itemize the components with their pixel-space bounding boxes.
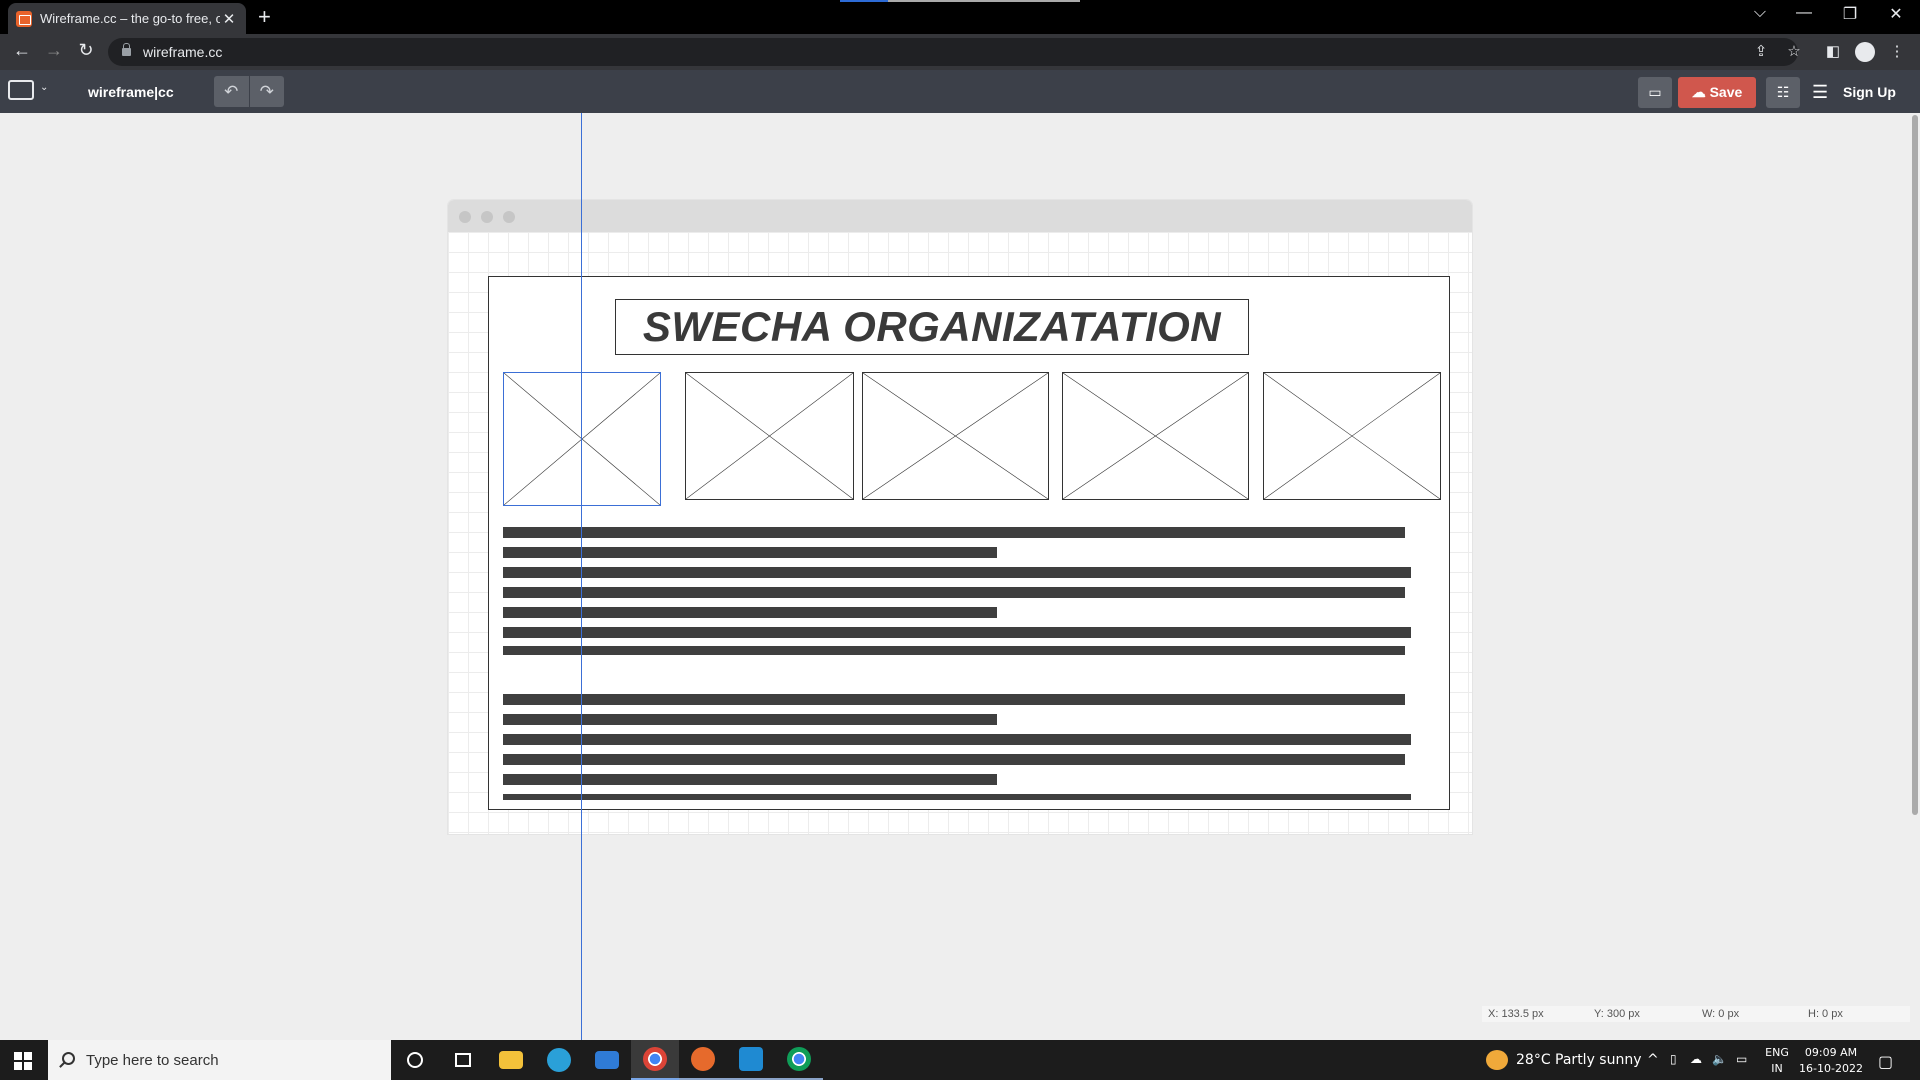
page-type-icon[interactable] [8, 80, 34, 100]
wireframe-favicon-icon [16, 10, 32, 27]
text-line[interactable] [503, 734, 1411, 745]
edge-icon[interactable] [535, 1040, 583, 1080]
tab-title: Wireframe.cc – the go-to free, on [40, 11, 220, 26]
minimize-button[interactable]: — [1784, 4, 1824, 22]
text-line[interactable] [503, 627, 1411, 638]
coord-w: W: 0 px [1702, 1008, 1740, 1020]
url-text: wireframe.cc [143, 44, 223, 60]
wireframe-page[interactable]: SWECHA ORGANIZATATION [488, 276, 1450, 810]
coordinates-readout: X: 133.5 px Y: 300 px W: 0 px H: 0 px [1482, 1006, 1910, 1022]
comment-button[interactable]: ▭ [1638, 77, 1672, 108]
vscode-icon[interactable] [727, 1040, 775, 1080]
chrome-icon[interactable] [775, 1040, 823, 1080]
text-line[interactable] [503, 754, 1405, 765]
redo-button[interactable]: ↷ [250, 76, 285, 107]
image-cross-icon [686, 373, 853, 499]
search-icon [62, 1052, 75, 1065]
image-placeholder[interactable] [862, 372, 1049, 500]
text-line[interactable] [503, 794, 1411, 800]
text-line[interactable] [503, 547, 997, 558]
close-window-button[interactable]: ✕ [1876, 4, 1916, 24]
reload-button[interactable]: ↻ [74, 40, 98, 61]
language-indicator[interactable]: ENG [1762, 1046, 1792, 1059]
undo-redo-group: ↶ ↷ [214, 76, 284, 107]
app-toolbar: ⌄ wireframe|cc ↶ ↷ ▭ ☁ Save ☷ ☰ Sign Up [0, 70, 1920, 113]
loading-indicator [840, 0, 1080, 2]
text-line[interactable] [503, 714, 997, 725]
text-line[interactable] [503, 567, 1411, 578]
chrome-icon[interactable] [631, 1040, 679, 1080]
frame-titlebar [448, 200, 1472, 232]
undo-button[interactable]: ↶ [214, 76, 250, 107]
browser-tab[interactable]: Wireframe.cc – the go-to free, on ✕ [8, 3, 246, 34]
share-icon[interactable]: ⇪ [1750, 42, 1772, 60]
task-view-icon[interactable] [439, 1040, 487, 1080]
clock-date[interactable]: 16-10-2022 [1798, 1062, 1864, 1075]
weather-icon[interactable] [1486, 1050, 1508, 1070]
profile-avatar[interactable] [1855, 42, 1875, 62]
frame-dot [481, 211, 493, 223]
windows-taskbar: Type here to search 28°C Partly sunny ^ … [0, 1040, 1920, 1080]
coord-h: H: 0 px [1808, 1008, 1843, 1020]
tray-chevron-icon[interactable]: ^ [1647, 1052, 1659, 1068]
forward-button[interactable]: → [42, 40, 66, 61]
clock-time[interactable]: 09:09 AM [1798, 1046, 1864, 1059]
frame-dot [503, 211, 515, 223]
lock-icon [122, 43, 131, 56]
text-line[interactable] [503, 607, 997, 618]
text-line[interactable] [503, 646, 1405, 655]
firefox-icon[interactable] [679, 1040, 727, 1080]
save-button[interactable]: ☁ Save [1678, 77, 1756, 108]
image-placeholder[interactable] [1062, 372, 1249, 500]
onedrive-icon[interactable]: ☁ [1690, 1052, 1702, 1066]
image-cross-icon [1063, 373, 1248, 499]
weather-text[interactable]: 28°C Partly sunny [1516, 1052, 1642, 1068]
taskbar-search-input[interactable]: Type here to search [48, 1040, 391, 1080]
text-line[interactable] [503, 527, 1405, 538]
image-cross-icon [863, 373, 1048, 499]
side-panel-icon[interactable]: ◧ [1822, 42, 1844, 60]
volume-icon[interactable]: 🔈 [1712, 1052, 1727, 1066]
browser-toolbar: ← → ↻ wireframe.cc ⇪ ☆ ◧ ⋮ [0, 34, 1920, 70]
text-line[interactable] [503, 587, 1405, 598]
tab-close-icon[interactable]: ✕ [220, 10, 238, 28]
mail-icon[interactable] [583, 1040, 631, 1080]
file-explorer-icon[interactable] [487, 1040, 535, 1080]
app-logo: wireframe|cc [88, 84, 174, 100]
text-line[interactable] [503, 694, 1405, 705]
region-indicator[interactable]: IN [1762, 1062, 1792, 1075]
coord-y: Y: 300 px [1594, 1008, 1640, 1020]
heading-element[interactable]: SWECHA ORGANIZATATION [615, 299, 1249, 355]
sign-up-link[interactable]: Sign Up [1843, 84, 1896, 100]
new-tab-button[interactable]: + [258, 6, 271, 28]
alignment-guide-line [581, 113, 582, 1040]
address-bar[interactable]: wireframe.cc [108, 38, 1798, 66]
heading-text: SWECHA ORGANIZATATION [642, 303, 1222, 350]
back-button[interactable]: ← [10, 40, 34, 61]
settings-button[interactable]: ☷ [1766, 77, 1800, 108]
vertical-scrollbar[interactable] [1910, 113, 1920, 1040]
image-placeholder[interactable] [503, 372, 661, 506]
network-icon[interactable]: ▭ [1736, 1052, 1747, 1066]
image-placeholder[interactable] [685, 372, 854, 500]
image-cross-icon [1264, 373, 1440, 499]
text-line[interactable] [503, 774, 997, 785]
bookmark-star-icon[interactable]: ☆ [1783, 42, 1805, 60]
frame-dot [459, 211, 471, 223]
image-placeholder[interactable] [1263, 372, 1441, 500]
search-placeholder: Type here to search [86, 1051, 219, 1069]
hamburger-menu-icon[interactable]: ☰ [1812, 82, 1828, 103]
chevron-down-icon[interactable]: ⌄ [40, 82, 48, 93]
device-icon[interactable]: ▯ [1670, 1052, 1677, 1066]
restore-button[interactable]: ❐ [1830, 4, 1870, 24]
windows-start-icon[interactable] [14, 1052, 32, 1070]
notification-icon[interactable]: ▢ [1878, 1052, 1893, 1071]
coord-x: X: 133.5 px [1488, 1008, 1544, 1020]
chrome-menu-icon[interactable]: ⋮ [1886, 42, 1908, 60]
tab-search-icon[interactable]: ⌵ [1740, 4, 1780, 22]
image-cross-icon [504, 373, 660, 505]
scrollbar-thumb[interactable] [1912, 115, 1918, 815]
cortana-icon[interactable] [391, 1040, 439, 1080]
browser-tab-strip: Wireframe.cc – the go-to free, on ✕ + ⌵ … [0, 0, 1920, 34]
